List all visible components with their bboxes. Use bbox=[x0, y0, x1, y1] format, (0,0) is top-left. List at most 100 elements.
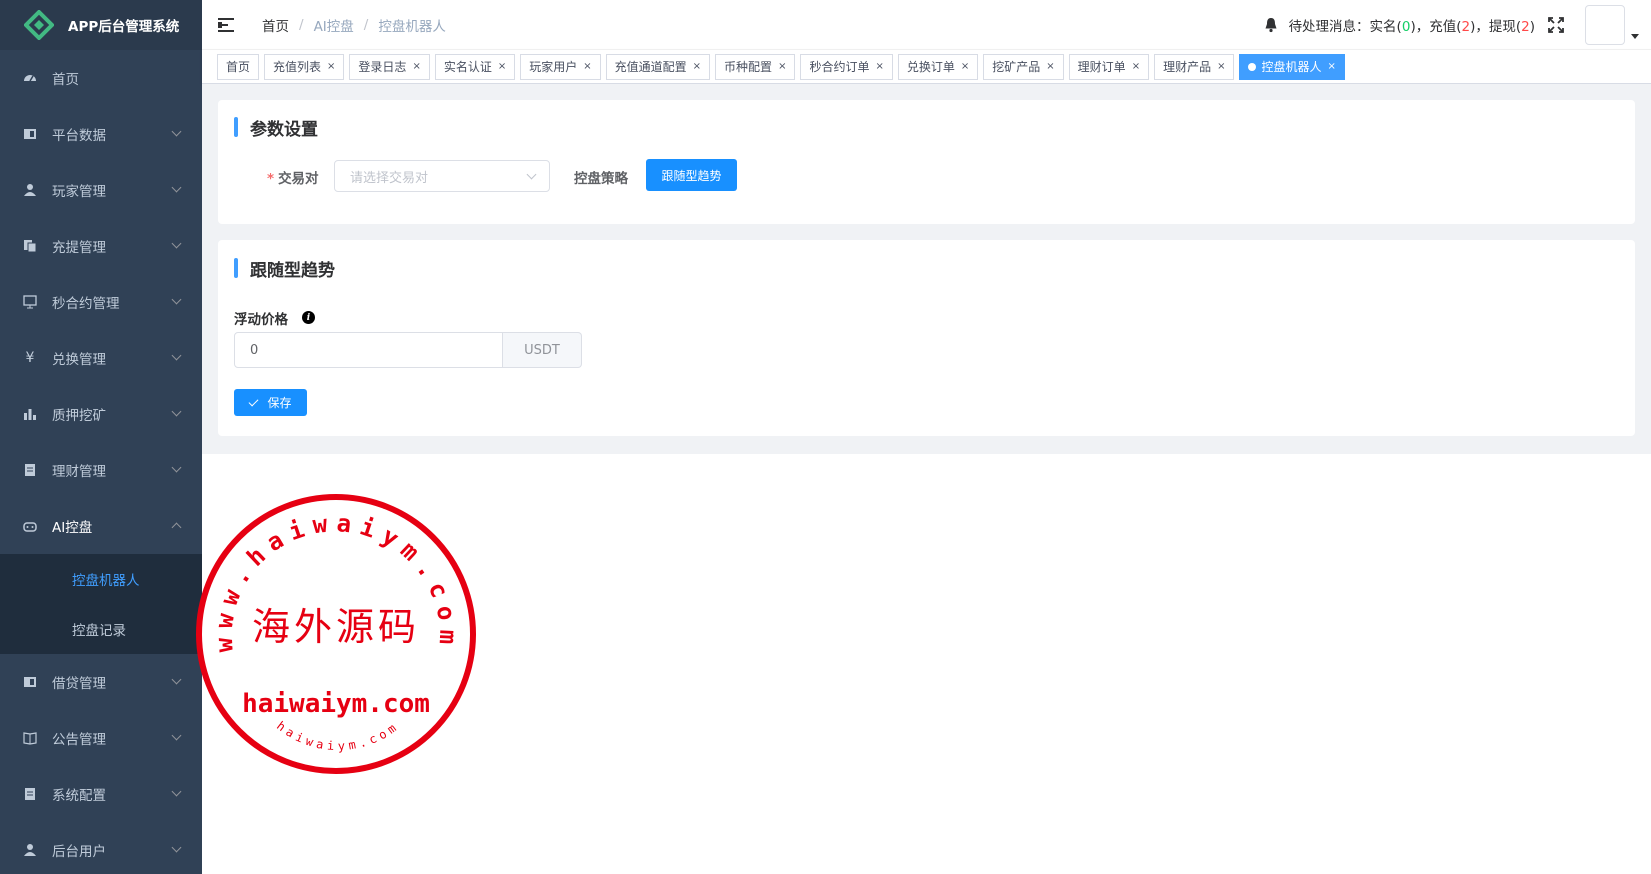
tag-recharge-channel[interactable]: 充值通道配置 × bbox=[605, 53, 711, 80]
ai-control-submenu: 控盘机器人 控盘记录 bbox=[0, 554, 202, 654]
fullscreen-icon[interactable] bbox=[1547, 16, 1565, 34]
tag-login-log[interactable]: 登录日志 × bbox=[349, 53, 430, 80]
close-icon[interactable]: × bbox=[875, 61, 883, 72]
tag-label: 理财订单 bbox=[1077, 60, 1126, 74]
close-paren: ) bbox=[1529, 19, 1535, 35]
dashboard-icon bbox=[22, 70, 38, 86]
sidebar-item-label: 理财管理 bbox=[52, 464, 106, 480]
sidebar-item-admin-users[interactable]: 后台用户 bbox=[0, 822, 202, 874]
tag-control-robot[interactable]: 控盘机器人 × bbox=[1239, 53, 1345, 80]
breadcrumb-home[interactable]: 首页 bbox=[262, 15, 289, 35]
tag-label: 充值通道配置 bbox=[614, 60, 687, 74]
float-price-input-group: 0 USDT bbox=[234, 332, 582, 368]
trend-card: 跟随型趋势 浮动价格 i 0 USDT 保存 bbox=[218, 240, 1635, 436]
bell-icon[interactable] bbox=[1263, 17, 1279, 33]
strategy-label: 控盘策略 bbox=[574, 171, 628, 187]
params-title: 参数设置 bbox=[234, 116, 318, 140]
sidebar-item-home[interactable]: 首页 bbox=[0, 50, 202, 106]
caret-down-icon[interactable] bbox=[1631, 33, 1639, 39]
withdraw-count: 2 bbox=[1521, 19, 1530, 35]
close-icon[interactable]: × bbox=[412, 61, 420, 72]
sidebar-item-label: 秒合约管理 bbox=[52, 296, 120, 312]
close-icon[interactable]: × bbox=[1046, 61, 1054, 72]
save-label: 保存 bbox=[267, 396, 292, 410]
chevron-down-icon bbox=[171, 462, 182, 473]
sidebar-item-label: 充提管理 bbox=[52, 240, 106, 256]
close-icon[interactable]: × bbox=[961, 61, 969, 72]
close-icon[interactable]: × bbox=[327, 61, 335, 72]
sidebar-item-label: 首页 bbox=[52, 72, 79, 88]
pending-notice[interactable]: 待处理消息：实名(0)，充值(2)，提现(2) bbox=[1289, 15, 1535, 35]
close-icon[interactable]: × bbox=[498, 61, 506, 72]
sidebar-item-second-contract[interactable]: 秒合约管理 bbox=[0, 274, 202, 330]
recharge-count: 2 bbox=[1461, 19, 1471, 35]
sidebar-item-deposit-withdraw[interactable]: 充提管理 bbox=[0, 218, 202, 274]
sidebar-item-label: AI控盘 bbox=[52, 520, 93, 536]
tag-label: 理财产品 bbox=[1163, 60, 1212, 74]
chevron-down-icon bbox=[171, 786, 182, 797]
sidebar-item-player-management[interactable]: 玩家管理 bbox=[0, 162, 202, 218]
sidebar-subitem-control-robot[interactable]: 控盘机器人 bbox=[0, 554, 202, 604]
strategy-follow-trend-button[interactable]: 跟随型趋势 bbox=[646, 159, 737, 191]
tag-label: 玩家用户 bbox=[529, 60, 578, 74]
tag-label: 充值列表 bbox=[273, 60, 322, 74]
sidebar-item-label: 公告管理 bbox=[52, 732, 106, 748]
sidebar-item-staking-mining[interactable]: 质押挖矿 bbox=[0, 386, 202, 442]
tag-exchange-orders[interactable]: 兑换订单 × bbox=[897, 53, 979, 80]
tag-finance-orders[interactable]: 理财订单 × bbox=[1068, 53, 1150, 80]
tag-finance-products[interactable]: 理财产品 × bbox=[1154, 53, 1235, 80]
sidebar-item-finance[interactable]: 理财管理 bbox=[0, 442, 202, 498]
sidebar-item-label: 系统配置 bbox=[52, 788, 106, 804]
sidebar-item-loan[interactable]: 借贷管理 bbox=[0, 654, 202, 710]
hamburger-icon[interactable] bbox=[218, 17, 236, 32]
tags-view: 首页 充值列表 × 登录日志 × 实名认证 × 玩家用户 × 充值通道配置 × 币种配置 ×… bbox=[202, 50, 1651, 84]
sidebar-subitem-control-records[interactable]: 控盘记录 bbox=[0, 604, 202, 654]
close-icon[interactable]: × bbox=[693, 61, 701, 72]
tag-currency-config[interactable]: 币种配置 × bbox=[715, 53, 796, 80]
float-price-label: 浮动价格 bbox=[234, 312, 288, 328]
save-button[interactable]: 保存 bbox=[234, 389, 307, 416]
tag-label: 登录日志 bbox=[358, 60, 407, 74]
close-icon[interactable]: × bbox=[1217, 61, 1225, 72]
settings-doc-icon bbox=[22, 786, 38, 802]
chevron-down-icon bbox=[171, 238, 182, 249]
sidebar-item-label: 借贷管理 bbox=[52, 676, 106, 692]
sidebar-item-system-config[interactable]: 系统配置 bbox=[0, 766, 202, 822]
tag-label: 挖矿产品 bbox=[992, 60, 1041, 74]
close-icon[interactable]: × bbox=[1328, 61, 1336, 72]
sidebar-item-label: 质押挖矿 bbox=[52, 408, 106, 424]
sidebar-item-platform-data[interactable]: 平台数据 bbox=[0, 106, 202, 162]
tag-player-users[interactable]: 玩家用户 × bbox=[520, 53, 601, 80]
chevron-down-icon bbox=[171, 182, 182, 193]
float-price-input[interactable]: 0 bbox=[234, 332, 503, 368]
open-book-icon bbox=[22, 730, 38, 746]
sidebar-item-ai-control[interactable]: AI控盘 bbox=[0, 498, 202, 554]
yen-icon: ¥ bbox=[25, 350, 35, 366]
chevron-up-icon bbox=[171, 522, 182, 533]
stamp-domain-text: haiwaiym.com bbox=[242, 689, 430, 719]
avatar[interactable] bbox=[1585, 5, 1625, 45]
tag-mining-products[interactable]: 挖矿产品 × bbox=[983, 53, 1064, 80]
sidebar: APP后台管理系统 首页 平台数据 玩家管理 充提管理 秒合约管理 ¥ 兑换管理… bbox=[0, 0, 202, 874]
pair-select[interactable]: 请选择交易对 bbox=[334, 160, 550, 192]
close-icon[interactable]: × bbox=[1132, 61, 1140, 72]
chevron-down-icon bbox=[171, 126, 182, 137]
tag-home[interactable]: 首页 bbox=[217, 53, 260, 80]
tag-realname[interactable]: 实名认证 × bbox=[434, 53, 516, 80]
info-icon[interactable]: i bbox=[302, 311, 315, 324]
active-dot-icon bbox=[1248, 62, 1257, 71]
stamp-small-text: haiwaiym.com bbox=[274, 719, 402, 754]
close-icon[interactable]: × bbox=[778, 61, 786, 72]
app-title: APP后台管理系统 bbox=[68, 19, 180, 35]
tag-recharge-list[interactable]: 充值列表 × bbox=[264, 53, 345, 80]
logo[interactable]: APP后台管理系统 bbox=[0, 0, 202, 50]
sidebar-item-label: 平台数据 bbox=[52, 128, 106, 144]
check-icon bbox=[249, 396, 259, 406]
copy-icon bbox=[22, 238, 38, 254]
bar-chart-icon bbox=[22, 406, 38, 422]
sidebar-item-exchange[interactable]: ¥ 兑换管理 bbox=[0, 330, 202, 386]
close-icon[interactable]: × bbox=[583, 61, 591, 72]
tag-second-contract-orders[interactable]: 秒合约订单 × bbox=[800, 53, 893, 80]
tag-label: 控盘机器人 bbox=[1261, 60, 1322, 74]
sidebar-item-announcement[interactable]: 公告管理 bbox=[0, 710, 202, 766]
